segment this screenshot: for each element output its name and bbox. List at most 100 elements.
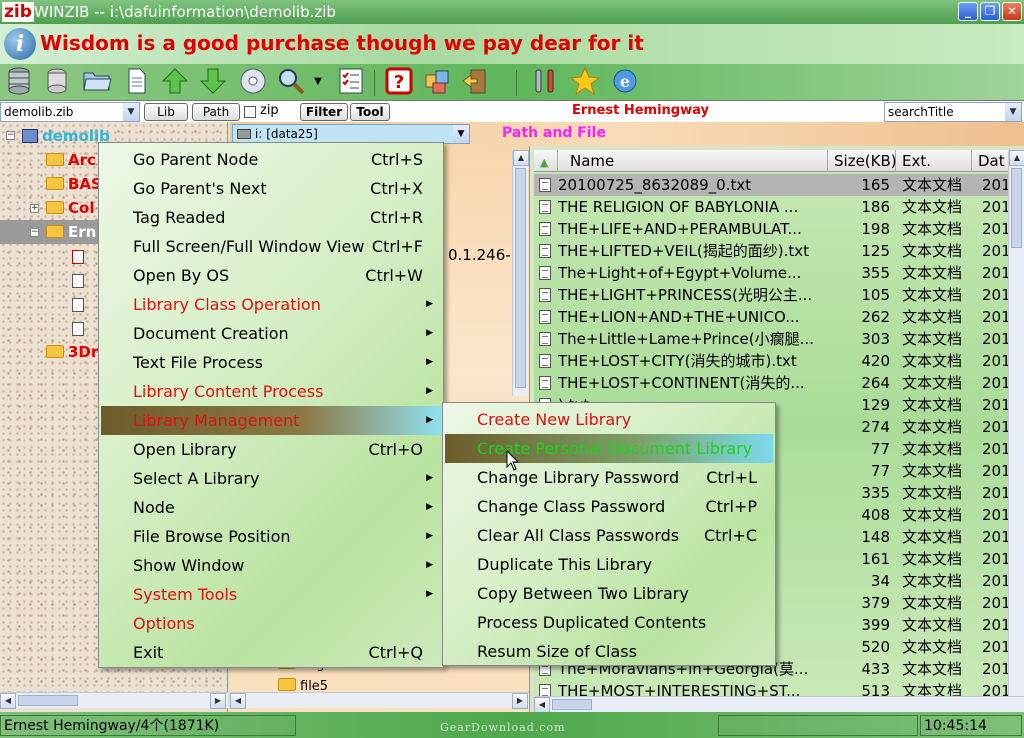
cd-disc-icon[interactable] [238,67,268,97]
chevron-down-icon[interactable]: ▼ [453,125,469,143]
scroll-up-icon[interactable]: ▲ [1009,150,1024,166]
folder-open-icon[interactable] [82,67,112,97]
submenu-item[interactable]: Clear All Class Passwords Ctrl+C [445,521,773,550]
table-row[interactable]: THE RELIGION OF BABYLONIA ... 186 文本文档 201 [534,196,1024,218]
column-ext[interactable]: Ext. [896,150,972,172]
scroll-up-icon[interactable]: ▲ [513,150,529,166]
column-size[interactable]: Size(KB) [828,150,897,172]
file-list-horizontal-scrollbar[interactable]: ◀ [534,696,1024,713]
menu-item[interactable]: Full Screen/Full Window View Ctrl+F [101,232,441,261]
scroll-thumb[interactable] [552,699,592,710]
checklist-icon[interactable] [336,67,366,97]
zip-checkbox[interactable] [244,106,256,118]
star-icon[interactable] [569,66,601,97]
puzzle-icon[interactable] [422,67,452,97]
close-button[interactable]: ✕ [1002,2,1022,21]
submenu-item[interactable]: Resum Size of Class [445,637,773,666]
table-row[interactable]: THE+LION+AND+THE+UNICO... 262 文本文档 201 [534,306,1024,328]
scroll-thumb[interactable] [1011,168,1022,248]
up-arrow-icon[interactable] [160,67,190,97]
library-select[interactable]: demolib.zib ▼ [0,102,140,122]
menu-item[interactable]: Text File Process ▶ [101,348,441,377]
folder-vertical-scrollbar[interactable]: ▲ [512,150,529,396]
scroll-left-icon[interactable]: ◀ [0,693,16,709]
exit-door-icon[interactable] [460,67,490,97]
table-row[interactable]: THE+LOST+CONTINENT(消失的... 264 文本文档 201 [534,372,1024,394]
submenu-item[interactable]: Change Class Password Ctrl+P [445,492,773,521]
pdf-file-icon[interactable] [72,250,84,264]
search-mode-select[interactable]: searchTitle ▼ [884,102,1022,122]
menu-item[interactable]: Select A Library ▶ [101,464,441,493]
table-row[interactable]: 20100725_8632089_0.txt 165 文本文档 201 [534,174,1024,196]
scroll-left-icon[interactable]: ◀ [230,693,246,709]
text-file-icon[interactable] [72,322,84,336]
lib-button[interactable]: Lib [144,103,188,121]
submenu-item[interactable]: Copy Between Two Library [445,579,773,608]
menu-item[interactable]: Library Class Operation ▶ [101,290,441,319]
menu-item[interactable]: Tag Readed Ctrl+R [101,203,441,232]
browser-icon[interactable]: e [610,67,640,97]
tree-node[interactable]: BAS [46,174,102,194]
table-row[interactable]: THE+LIFE+AND+PERAMBULAT... 198 文本文档 201 [534,218,1024,240]
info-icon[interactable]: i [4,28,36,60]
scroll-right-icon[interactable]: ▶ [210,693,226,709]
scroll-thumb[interactable] [18,695,78,706]
menu-item[interactable]: Options [101,609,441,638]
table-row[interactable]: THE+LIGHT+PRINCESS(光明公主... 105 文本文档 201 [534,284,1024,306]
text-file-icon[interactable] [72,298,84,312]
help-icon[interactable]: ? [384,67,414,97]
database-stack-icon[interactable] [42,67,72,97]
table-row[interactable]: THE+LOST+CITY(消失的城市).txt 420 文本文档 201 [534,350,1024,372]
down-arrow-icon[interactable] [198,67,228,97]
menu-item[interactable]: Open By OS Ctrl+W [101,261,441,290]
menu-item[interactable]: Open Library Ctrl+O [101,435,441,464]
scroll-right-icon[interactable]: ▶ [512,693,528,709]
chevron-down-icon[interactable]: ▼ [1005,103,1021,121]
submenu-item[interactable]: Create Personal Document Library [445,434,773,463]
dropdown-arrow-icon[interactable]: ▼ [310,67,326,97]
magnifier-icon[interactable] [276,67,306,97]
tools-icon[interactable] [530,67,560,97]
chevron-down-icon[interactable]: ▼ [123,103,139,121]
scroll-thumb[interactable] [515,168,526,388]
menu-item[interactable]: Document Creation ▶ [101,319,441,348]
menu-item[interactable]: Exit Ctrl+Q [101,638,441,667]
submenu-item[interactable]: Process Duplicated Contents [445,608,773,637]
menu-item[interactable]: Go Parent Node Ctrl+S [101,145,441,174]
filter-button[interactable]: Filter [300,103,348,121]
menu-item[interactable]: Library Management ▶ [101,406,441,435]
scroll-left-icon[interactable]: ◀ [534,697,550,713]
menu-item[interactable]: System Tools ▶ [101,580,441,609]
submenu-item[interactable]: Change Library Password Ctrl+L [445,463,773,492]
tool-button[interactable]: Tool [350,103,390,121]
restore-button[interactable]: ❐ [980,2,1000,21]
tree-node[interactable]: Col [46,198,94,218]
menu-item[interactable]: Library Content Process ▶ [101,377,441,406]
table-row[interactable]: The+Light+of+Egypt+Volume... 355 文本文档 201 [534,262,1024,284]
document-icon[interactable] [122,67,152,97]
tree-node[interactable]: 3Dr [46,342,98,362]
up-folder-icon[interactable]: ▲ [534,150,558,172]
submenu-item[interactable]: Create New Library [445,405,773,434]
menu-item[interactable]: Node ▶ [101,493,441,522]
tree-node[interactable]: Arc [46,150,96,170]
database-icon[interactable] [4,67,34,97]
table-row[interactable]: The+Little+Lame+Prince(小瘸腿... 303 文本文档 201 [534,328,1024,350]
menu-item[interactable]: Show Window ▶ [101,551,441,580]
table-row[interactable]: THE+LIFTED+VEIL(揭起的面纱).txt 125 文本文档 201 [534,240,1024,262]
column-name[interactable]: Name [558,150,828,172]
tree-root[interactable]: demolib [22,126,110,146]
expand-toggle[interactable]: + [30,204,39,213]
tree-node-selected[interactable]: Ern [46,222,96,242]
file-list-vertical-scrollbar[interactable]: ▲ [1008,150,1024,712]
path-button[interactable]: Path [192,103,240,121]
folder-horizontal-scrollbar[interactable]: ◀ ▶ [230,692,529,709]
collapse-toggle[interactable]: − [30,228,39,237]
minimize-button[interactable]: _ [958,2,978,21]
submenu-item[interactable]: Duplicate This Library [445,550,773,579]
menu-item[interactable]: Go Parent's Next Ctrl+X [101,174,441,203]
tree-horizontal-scrollbar[interactable]: ◀ ▶ [0,692,228,709]
menu-item[interactable]: File Browse Position ▶ [101,522,441,551]
text-file-icon[interactable] [72,274,84,288]
collapse-toggle[interactable]: − [6,131,15,140]
